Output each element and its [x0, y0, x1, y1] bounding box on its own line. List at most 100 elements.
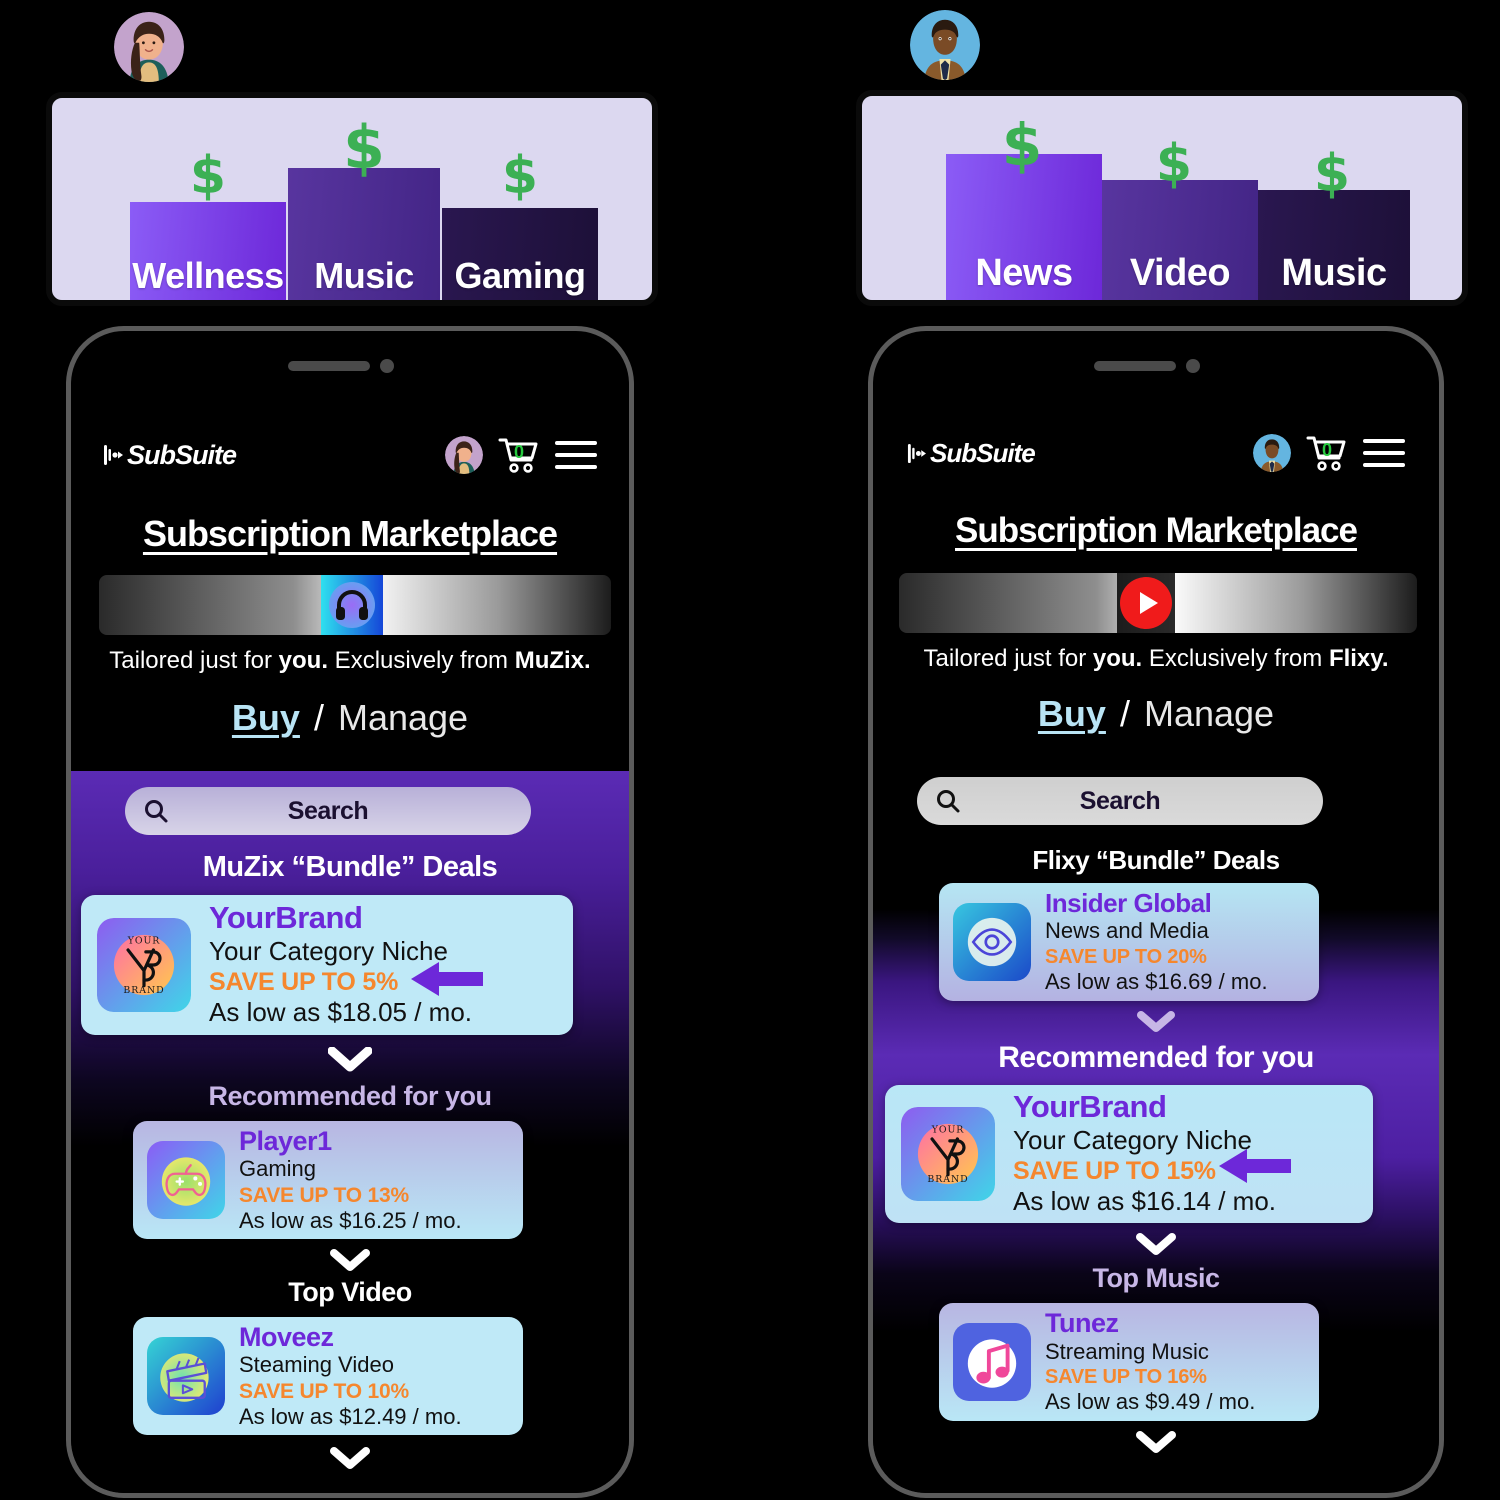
- yourbrand-logo-icon: YOUR BRAND: [901, 1107, 995, 1201]
- phone-mockup-left: SubSuite 0 Subscription Marketplace Tail…: [66, 326, 634, 1498]
- bar-label-video: Video: [1129, 252, 1231, 294]
- search-icon: [937, 790, 960, 813]
- deal-savings: SAVE UP TO 13%: [239, 1183, 409, 1207]
- deal-card-moveez[interactable]: Moveez Steaming Video SAVE UP TO 10% As …: [133, 1317, 523, 1435]
- scroll-chevron-3[interactable]: [71, 1447, 629, 1471]
- bar-gaming: Gaming: [442, 208, 598, 300]
- scroll-chevron-1[interactable]: [873, 1011, 1439, 1033]
- cart-button[interactable]: 0: [1305, 433, 1349, 473]
- search-placeholder: Search: [287, 796, 369, 825]
- dollar-icon-music: $: [1313, 144, 1351, 204]
- eye-icon: [953, 903, 1031, 981]
- header-icon-group: 0: [445, 435, 597, 475]
- dollar-icon-video: $: [1155, 134, 1193, 194]
- svg-text:YOUR: YOUR: [931, 1124, 965, 1135]
- deal-name: Tunez: [1045, 1308, 1119, 1339]
- marketplace-content: Search MuZix “Bundle” Deals YOUR BRAND Y…: [71, 771, 629, 1493]
- promo-banner[interactable]: [99, 575, 611, 635]
- phone-screen-left: SubSuite 0 Subscription Marketplace Tail…: [71, 331, 629, 1493]
- svg-text:BRAND: BRAND: [123, 985, 164, 996]
- tagline: Tailored just for you. Exclusively from …: [873, 645, 1439, 673]
- clapperboard-icon: [147, 1337, 225, 1415]
- deal-price: As low as $18.05 / mo.: [209, 997, 473, 1028]
- scroll-chevron-2[interactable]: [71, 1249, 629, 1273]
- phone-button-power[interactable]: [629, 581, 634, 711]
- bar-wellness: Wellness: [130, 202, 286, 300]
- subsuite-logo-icon: [104, 445, 123, 465]
- deal-name: Insider Global: [1045, 888, 1212, 919]
- search-placeholder: Search: [1079, 786, 1161, 815]
- deal-card-yourbrand[interactable]: YOUR BRAND YourBrand Your Category Niche…: [885, 1085, 1373, 1223]
- tagline-brand: MuZix.: [514, 647, 591, 674]
- comparison-stage: Wellness $ Music $ Gaming $ SubSuite 0 S…: [0, 0, 1500, 1500]
- deal-card-insider-global[interactable]: Insider Global News and Media SAVE UP TO…: [939, 883, 1319, 1001]
- deal-card-tunez[interactable]: Tunez Streaming Music SAVE UP TO 16% As …: [939, 1303, 1319, 1421]
- page-title: Subscription Marketplace: [142, 513, 558, 554]
- scroll-chevron-1[interactable]: [71, 1047, 629, 1073]
- deal-savings: SAVE UP TO 20%: [1045, 945, 1207, 968]
- deal-details: Insider Global News and Media SAVE UP TO…: [1045, 888, 1268, 995]
- deal-name: YourBrand: [209, 900, 363, 936]
- tagline-brand: Flixy.: [1328, 645, 1389, 672]
- bar-music: Music: [288, 168, 440, 300]
- play-button-icon: [1120, 577, 1172, 629]
- dollar-icon-music: $: [343, 113, 385, 183]
- svg-text:YOUR: YOUR: [127, 935, 161, 946]
- bar-label-news: News: [975, 252, 1073, 294]
- tab-separator: /: [313, 697, 324, 738]
- callout-arrow-icon: [1219, 1149, 1291, 1183]
- hamburger-menu-icon[interactable]: [1363, 439, 1405, 467]
- deal-price: As low as $16.14 / mo.: [1013, 1186, 1277, 1217]
- tab-buy[interactable]: Buy: [232, 697, 300, 739]
- scroll-chevron-2[interactable]: [873, 1233, 1439, 1257]
- phone-screen-right: SubSuite 0 Subscription Marketplace Tail…: [873, 331, 1439, 1493]
- tagline-you: you.: [278, 647, 329, 674]
- banner-active-segment: [321, 575, 383, 635]
- page-title: Subscription Marketplace: [955, 511, 1358, 550]
- bar-label-music: Music: [314, 255, 414, 296]
- deal-category: Streaming Music: [1045, 1338, 1209, 1364]
- search-input[interactable]: Search: [917, 777, 1323, 825]
- phone-speaker-slot: [288, 361, 370, 371]
- deal-card-player1[interactable]: Player1 Gaming SAVE UP TO 13% As low as …: [133, 1121, 523, 1239]
- cart-button[interactable]: 0: [497, 435, 541, 475]
- section-title-recommended: Recommended for you: [998, 1041, 1314, 1074]
- tagline-pre: Tailored just for: [109, 647, 279, 674]
- tab-manage[interactable]: Manage: [338, 697, 468, 739]
- phone-speaker-slot: [1094, 361, 1176, 371]
- subsuite-logo-icon: [907, 443, 926, 463]
- search-icon: [145, 800, 168, 823]
- deal-category: Gaming: [239, 1156, 317, 1182]
- deal-price: As low as $16.25 / mo.: [239, 1207, 462, 1233]
- hamburger-menu-icon[interactable]: [555, 441, 597, 469]
- dollar-icon-news: $: [1001, 111, 1043, 179]
- user-avatar-button[interactable]: [445, 436, 483, 474]
- deal-category: Steaming Video: [239, 1352, 394, 1378]
- avatar: [114, 12, 184, 82]
- phone-button-power[interactable]: [1439, 581, 1444, 711]
- mode-tabs: Buy / Manage: [873, 693, 1439, 735]
- user-avatar-button[interactable]: [1253, 434, 1291, 472]
- deal-details: Tunez Streaming Music SAVE UP TO 16% As …: [1045, 1308, 1255, 1415]
- deal-card-yourbrand[interactable]: YOUR BRAND YourBrand Your Category Niche…: [81, 895, 573, 1035]
- brand-name: SubSuite: [930, 437, 1036, 468]
- tagline-you: you.: [1092, 645, 1143, 672]
- section-title-recommended: Recommended for you: [208, 1081, 492, 1111]
- deal-savings: SAVE UP TO 16%: [1045, 1366, 1207, 1389]
- tab-manage[interactable]: Manage: [1144, 693, 1274, 735]
- brand-logo[interactable]: SubSuite: [907, 437, 1036, 469]
- deal-category: News and Media: [1045, 918, 1209, 944]
- tagline-mid: Exclusively from: [328, 647, 515, 674]
- promo-banner[interactable]: [899, 573, 1417, 633]
- section-title-bundle-deals: Flixy “Bundle” Deals: [1032, 845, 1280, 875]
- tab-buy[interactable]: Buy: [1038, 693, 1106, 735]
- category-spend-chart: News $ Video $ Music $: [856, 90, 1468, 306]
- right-variant-panel: News $ Video $ Music $ SubSuite 0 Subscr…: [760, 0, 1500, 1500]
- scroll-chevron-3[interactable]: [873, 1431, 1439, 1455]
- music-note-icon: [953, 1323, 1031, 1401]
- brand-logo[interactable]: SubSuite: [103, 440, 237, 471]
- search-input[interactable]: Search: [125, 787, 531, 835]
- deal-name: Player1: [239, 1125, 332, 1156]
- app-header: SubSuite 0: [873, 433, 1439, 473]
- section-title-top-video: Top Video: [288, 1277, 412, 1307]
